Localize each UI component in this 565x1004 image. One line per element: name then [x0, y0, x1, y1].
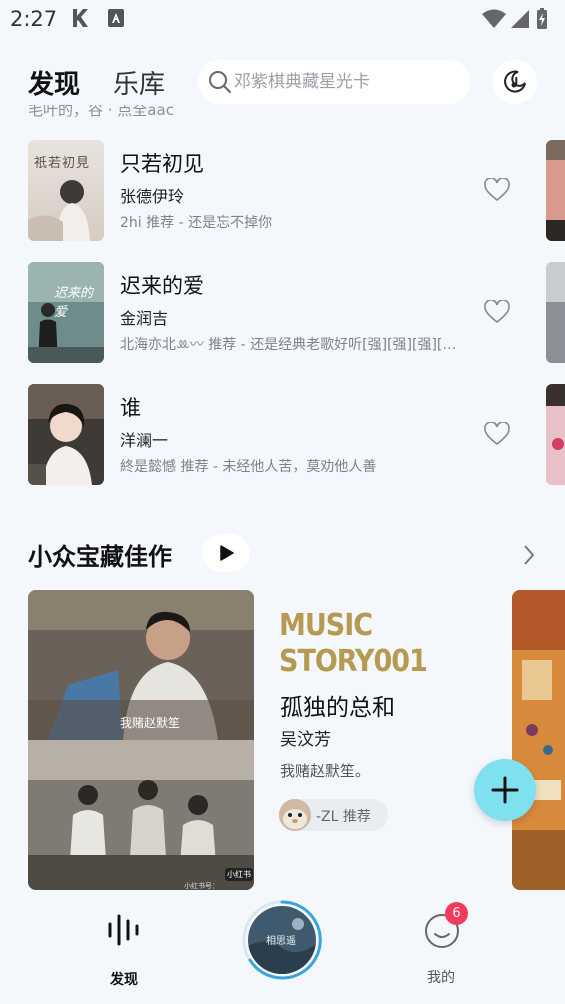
- song-artist: 金润吉: [120, 309, 169, 328]
- feature-artist: 吴汶芳: [280, 730, 331, 750]
- feature-description: 我赌赵默笙。: [280, 762, 371, 780]
- k-app-icon: [72, 9, 88, 31]
- song-artist: 洋澜一: [120, 431, 169, 450]
- status-bar: 2:27: [0, 0, 565, 36]
- scrolled-text: 毛叶的，谷 · 点全aac: [28, 105, 174, 119]
- image-tag: 小红书: [225, 868, 253, 881]
- tab-discover[interactable]: 发现: [28, 64, 80, 101]
- song-row[interactable]: 祇若初見 只若初见 张德伊玲 2hi 推荐 - 还是忘不掉你: [0, 140, 540, 242]
- next-column-cover[interactable]: [546, 384, 565, 485]
- song-row[interactable]: 迟来的爱 迟来的爱 金润吉 北海亦北ꔛ〰 推荐 - 还是经典老歌好听[强][强]…: [0, 262, 540, 364]
- search-bar[interactable]: [198, 60, 470, 104]
- heart-icon[interactable]: [484, 300, 510, 324]
- next-column-cover[interactable]: [546, 262, 565, 363]
- chevron-right-icon[interactable]: [522, 544, 536, 566]
- feature-headline: MUSIC STORY001: [279, 608, 428, 679]
- song-cover: 祇若初見: [28, 140, 104, 241]
- song-title: 迟来的爱: [120, 274, 204, 298]
- a-app-icon: [108, 9, 124, 31]
- tab-library[interactable]: 乐库: [113, 64, 165, 101]
- next-feature-card[interactable]: [512, 590, 565, 890]
- avatar: [279, 799, 311, 831]
- nav-discover-label: 发现: [110, 972, 138, 988]
- recommender-pill[interactable]: -ZL 推荐: [279, 799, 388, 831]
- feature-title: 孤独的总和: [280, 695, 395, 721]
- music-recognition-icon: [504, 70, 526, 93]
- notification-badge: 6: [445, 902, 468, 925]
- image-footer: 小红书号：636709073: [184, 882, 219, 890]
- wifi-icon: [482, 9, 506, 28]
- section-title: 小众宝藏佳作: [28, 543, 172, 571]
- recognize-button[interactable]: [493, 60, 537, 104]
- cellular-icon: [511, 10, 529, 28]
- play-icon: [220, 545, 234, 561]
- next-column-cover[interactable]: [546, 140, 565, 241]
- status-time: 2:27: [10, 7, 58, 31]
- plus-icon: [491, 776, 519, 804]
- song-recommendation: 北海亦北ꔛ〰 推荐 - 还是经典老歌好听[强][强][强][强][强]: [120, 337, 465, 353]
- song-cover: 迟来的爱: [28, 262, 104, 363]
- feature-image[interactable]: 我赌赵默笙 小红书 小红书号：636709073: [28, 590, 254, 890]
- cover-text: 祇若初見: [34, 156, 91, 171]
- song-row[interactable]: 谁 洋澜一 終是懿憾 推荐 - 未经他人苦，莫劝他人善: [0, 384, 540, 486]
- heart-icon[interactable]: [484, 422, 510, 446]
- disc-text: 相思遥: [266, 936, 296, 947]
- system-status-icons: [481, 8, 551, 34]
- top-header: 发现 乐库: [0, 58, 565, 106]
- nav-discover[interactable]: 发现: [98, 910, 150, 988]
- add-button[interactable]: [474, 759, 536, 821]
- play-all-button[interactable]: [202, 534, 250, 572]
- sound-wave-icon: [108, 914, 139, 946]
- heart-icon[interactable]: [484, 178, 510, 202]
- cover-text: 迟来的爱: [54, 286, 94, 320]
- nav-mine-label: 我的: [427, 970, 455, 986]
- song-artist: 张德伊玲: [120, 187, 185, 206]
- album-art: 相思遥: [248, 906, 316, 974]
- song-title: 只若初见: [120, 152, 204, 176]
- now-playing-disc[interactable]: 相思遥: [242, 900, 322, 980]
- image-caption: 我赌赵默笙: [120, 716, 181, 730]
- bottom-nav: 发现 相思遥 我的: [0, 895, 565, 1004]
- song-recommendation: 終是懿憾 推荐 - 未经他人苦，莫劝他人善: [120, 459, 377, 475]
- song-title: 谁: [120, 396, 141, 420]
- recommender-label: -ZL 推荐: [316, 809, 371, 825]
- song-cover: [28, 384, 104, 485]
- song-recommendation: 2hi 推荐 - 还是忘不掉你: [120, 215, 273, 231]
- search-input[interactable]: [234, 68, 459, 96]
- search-icon: [209, 71, 231, 93]
